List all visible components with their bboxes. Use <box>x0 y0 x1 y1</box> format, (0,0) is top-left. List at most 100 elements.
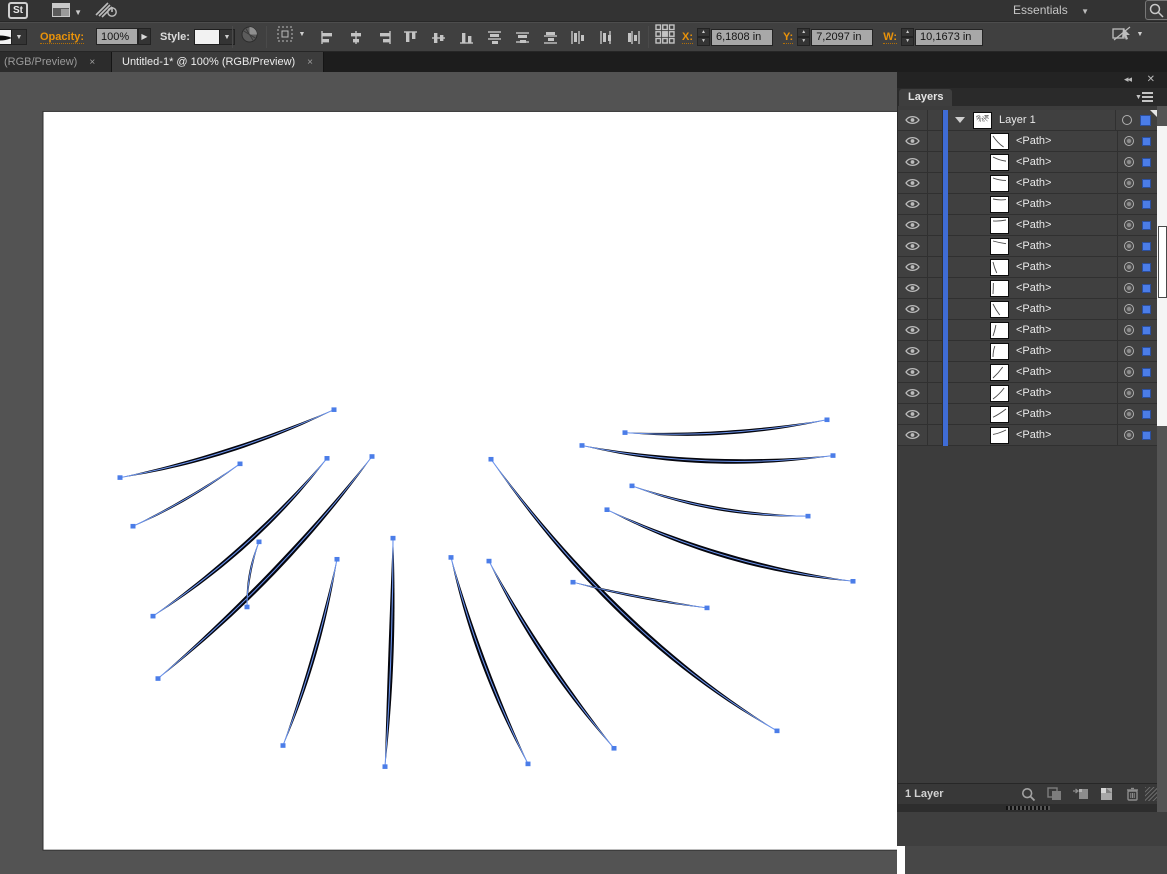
close-icon[interactable]: × <box>307 57 313 68</box>
anchor-point[interactable] <box>579 443 585 448</box>
lock-toggle-cell[interactable] <box>928 403 943 425</box>
path-row[interactable]: <Path> <box>898 151 1157 173</box>
visibility-eye-icon[interactable] <box>898 277 928 299</box>
delete-icon[interactable] <box>1119 785 1145 803</box>
target-circle-icon[interactable] <box>1118 409 1140 419</box>
target-circle-icon[interactable] <box>1118 262 1140 272</box>
path-name[interactable]: <Path> <box>1016 240 1117 252</box>
layer-thumbnail[interactable] <box>990 258 1009 276</box>
lock-toggle-cell[interactable] <box>928 193 943 215</box>
artboard[interactable] <box>42 110 897 851</box>
stepper-down[interactable]: ▼ <box>901 37 915 46</box>
layer-thumbnail[interactable] <box>990 195 1009 213</box>
visibility-eye-icon[interactable] <box>898 298 928 320</box>
lock-toggle-cell[interactable] <box>928 130 943 152</box>
target-circle-icon[interactable] <box>1116 115 1138 125</box>
stepper-down[interactable]: ▼ <box>697 37 710 46</box>
align-h-center-icon[interactable] <box>344 25 368 49</box>
reference-point-grid-icon[interactable] <box>652 22 678 46</box>
path-row[interactable]: <Path> <box>898 403 1157 425</box>
visibility-eye-icon[interactable] <box>898 424 928 446</box>
visibility-eye-icon[interactable] <box>898 193 928 215</box>
opacity-slider-button[interactable]: ▶ <box>138 28 151 45</box>
graphic-style-swatch[interactable] <box>194 29 220 45</box>
lock-toggle-cell[interactable] <box>928 214 943 236</box>
path-name[interactable]: <Path> <box>1016 156 1117 168</box>
lock-toggle-cell[interactable] <box>928 361 943 383</box>
layer-name[interactable]: Layer 1 <box>999 114 1115 126</box>
close-icon[interactable]: ✕ <box>1147 74 1155 85</box>
collapse-panels-icon[interactable]: ◂◂ <box>1124 74 1132 85</box>
selection-indicator-square[interactable] <box>1142 199 1151 209</box>
anchor-point[interactable] <box>525 761 531 767</box>
distribute-right-icon[interactable] <box>622 25 646 49</box>
path-row[interactable]: <Path> <box>898 235 1157 257</box>
selection-indicator-square[interactable] <box>1142 283 1151 293</box>
path-row[interactable]: <Path> <box>898 424 1157 446</box>
visibility-eye-icon[interactable] <box>898 319 928 341</box>
anchor-point[interactable] <box>629 483 635 489</box>
w-input[interactable] <box>915 28 984 46</box>
layer-thumbnail[interactable] <box>990 405 1009 423</box>
path-row[interactable]: <Path> <box>898 382 1157 404</box>
x-label[interactable]: X: <box>682 31 693 44</box>
lock-toggle-cell[interactable] <box>928 298 943 320</box>
selection-indicator-square[interactable] <box>1142 430 1151 440</box>
target-circle-icon[interactable] <box>1118 346 1140 356</box>
target-circle-icon[interactable] <box>1118 304 1140 314</box>
stepper-up[interactable]: ▲ <box>697 28 710 37</box>
anchor-point[interactable] <box>570 579 576 585</box>
opacity-label[interactable]: Opacity: <box>40 31 85 44</box>
target-circle-icon[interactable] <box>1118 430 1140 440</box>
path-name[interactable]: <Path> <box>1016 387 1117 399</box>
distribute-bottom-icon[interactable] <box>539 25 563 49</box>
stepper-down[interactable]: ▼ <box>797 37 811 46</box>
path-row[interactable]: <Path> <box>898 319 1157 341</box>
anchor-point[interactable] <box>805 513 811 519</box>
path-name[interactable]: <Path> <box>1016 177 1117 189</box>
anchor-point[interactable] <box>324 456 330 461</box>
document-tab-inactive[interactable]: (RGB/Preview) × <box>0 52 112 72</box>
visibility-eye-icon[interactable] <box>898 109 928 131</box>
selection-indicator-square[interactable] <box>1142 325 1151 335</box>
anchor-point[interactable] <box>244 604 250 610</box>
target-circle-icon[interactable] <box>1118 220 1140 230</box>
anchor-point[interactable] <box>334 556 340 562</box>
anchor-point[interactable] <box>331 407 337 412</box>
selection-indicator-square[interactable] <box>1142 367 1151 377</box>
lock-toggle-cell[interactable] <box>928 172 943 194</box>
path-name[interactable]: <Path> <box>1016 282 1117 294</box>
anchor-point[interactable] <box>622 430 628 435</box>
visibility-eye-icon[interactable] <box>898 235 928 257</box>
anchor-point[interactable] <box>488 456 494 462</box>
visibility-eye-icon[interactable] <box>898 151 928 173</box>
path-name[interactable]: <Path> <box>1016 135 1117 147</box>
selection-indicator-square[interactable] <box>1142 388 1151 398</box>
anchor-point[interactable] <box>850 578 856 584</box>
target-circle-icon[interactable] <box>1118 367 1140 377</box>
panel-resize-grip[interactable] <box>1145 787 1157 801</box>
search-icon[interactable] <box>1145 0 1167 20</box>
locate-object-icon[interactable] <box>1015 785 1041 803</box>
lock-toggle-cell[interactable] <box>928 151 943 173</box>
visibility-eye-icon[interactable] <box>898 256 928 278</box>
path-row[interactable]: <Path> <box>898 298 1157 320</box>
visibility-eye-icon[interactable] <box>898 403 928 425</box>
path-row[interactable]: <Path> <box>898 340 1157 362</box>
anchor-point[interactable] <box>256 539 262 545</box>
panel-menu-icon[interactable]: ▼ <box>1135 91 1153 103</box>
y-label[interactable]: Y: <box>783 31 794 44</box>
anchor-point[interactable] <box>704 605 710 611</box>
lock-toggle-cell[interactable] <box>928 424 943 446</box>
lock-toggle-cell[interactable] <box>928 235 943 257</box>
selection-indicator-square[interactable] <box>1142 136 1151 146</box>
selection-indicator-square[interactable] <box>1142 157 1151 167</box>
align-bottom-icon[interactable] <box>455 25 479 49</box>
visibility-eye-icon[interactable] <box>898 382 928 404</box>
path-row[interactable]: <Path> <box>898 361 1157 383</box>
anchor-point[interactable] <box>130 523 136 529</box>
lock-toggle-cell[interactable] <box>928 382 943 404</box>
target-circle-icon[interactable] <box>1118 136 1140 146</box>
layer-thumbnail[interactable] <box>990 342 1009 360</box>
arrange-documents-icon[interactable]: ▼ <box>52 3 82 18</box>
